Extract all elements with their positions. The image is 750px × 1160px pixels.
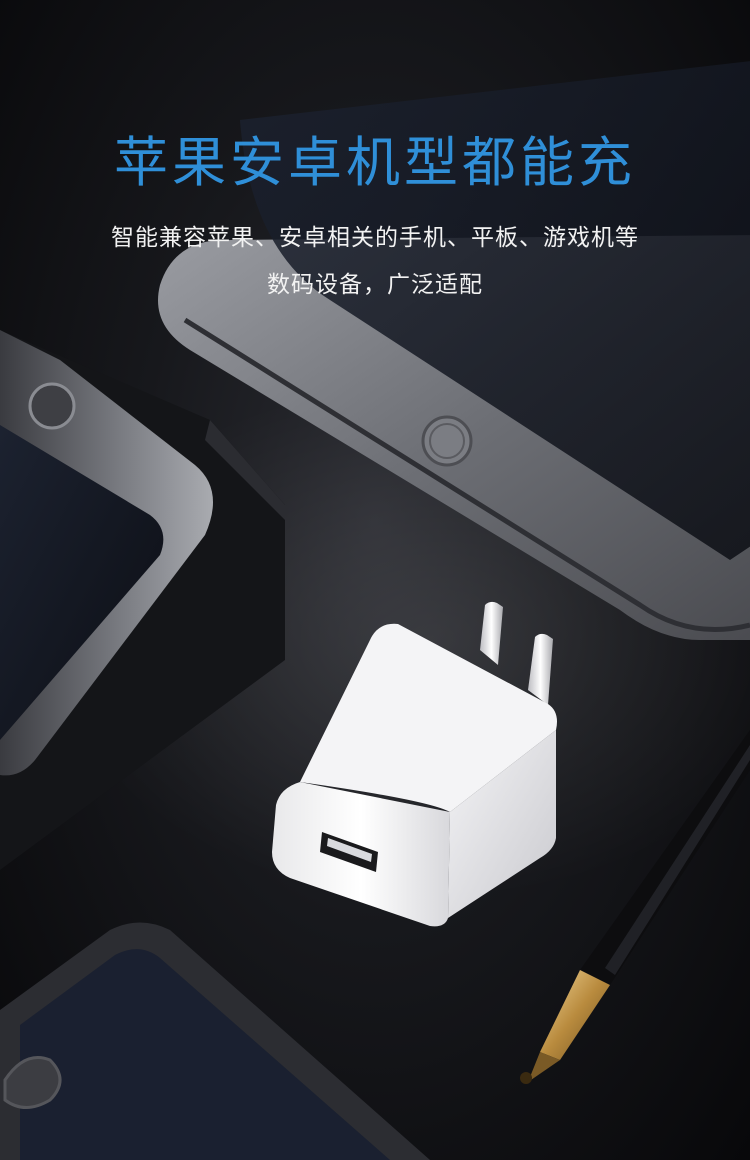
- description-line-1: 智能兼容苹果、安卓相关的手机、平板、游戏机等: [111, 225, 639, 251]
- bottom-phone: [0, 922, 430, 1160]
- headline: 苹果安卓机型都能充: [114, 131, 636, 194]
- description-line-2: 数码设备，广泛适配: [267, 272, 483, 298]
- home-button-icon: [28, 382, 76, 430]
- product-photo: 苹果安卓机型都能充 智能兼容苹果、安卓相关的手机、平板、游戏机等 数码设备，广泛…: [0, 0, 750, 1160]
